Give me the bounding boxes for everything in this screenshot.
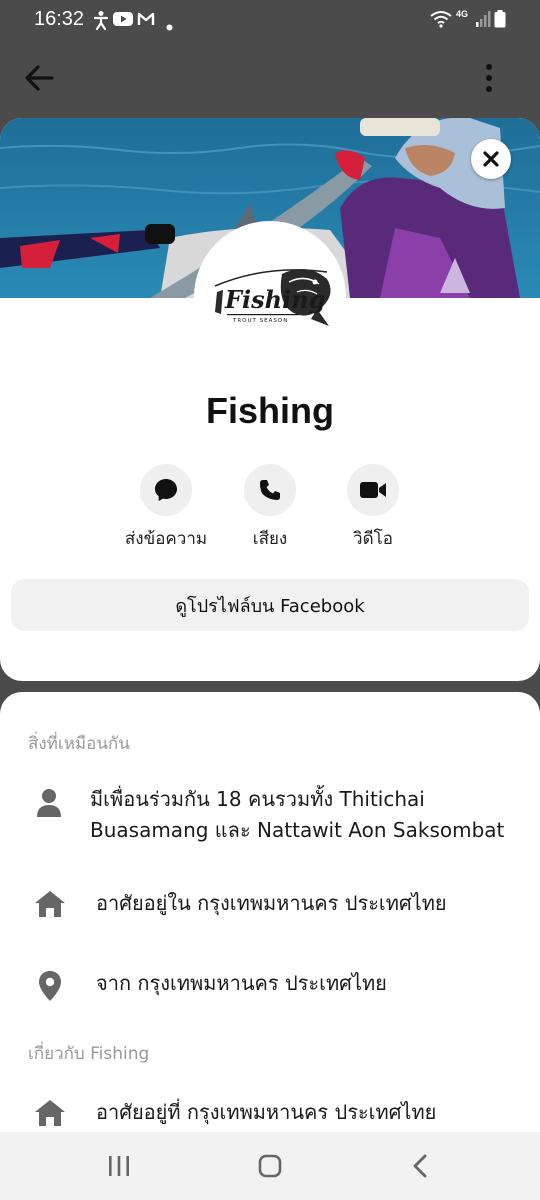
recent-apps-icon	[109, 1156, 129, 1176]
more-vertical-icon	[486, 64, 492, 92]
back-nav-icon	[413, 1154, 427, 1178]
lives-at-text: อาศัยอยู่ที่ กรุงเทพมหานคร ประเทศไทย	[96, 1100, 437, 1124]
profile-avatar[interactable]: Fishing TROUT SEASON	[194, 221, 346, 373]
from-text: จาก กรุงเทพมหานคร ประเทศไทย	[96, 971, 387, 995]
person-icon	[36, 788, 62, 822]
accessibility-icon	[92, 10, 110, 34]
view-facebook-profile-button[interactable]: ดูโปรไฟล์บน Facebook	[11, 579, 529, 631]
logo-text: Fishing	[224, 285, 325, 314]
message-button[interactable]	[140, 464, 192, 516]
back-button[interactable]	[22, 62, 58, 94]
phone-icon	[260, 480, 280, 500]
messenger-icon	[155, 479, 177, 501]
home-nav-button[interactable]	[250, 1148, 290, 1184]
status-bar: 16:32 4G	[0, 0, 540, 40]
home-nav-icon	[258, 1154, 282, 1178]
top-app-bar	[0, 52, 540, 104]
home-icon	[34, 1099, 66, 1131]
voice-call-button[interactable]	[244, 464, 296, 516]
close-button[interactable]	[471, 139, 511, 179]
signal-icon	[475, 10, 491, 32]
video-icon	[360, 482, 386, 498]
lives-in-text: อาศัยอยู่ใน กรุงเทพมหานคร ประเทศไทย	[96, 891, 447, 915]
battery-icon	[494, 10, 506, 32]
back-arrow-icon	[25, 65, 54, 91]
location-pin-icon	[38, 970, 62, 1006]
info-card: สิ่งที่เหมือนกัน มีเพื่อนร่วมกัน 18 คนรว…	[0, 692, 540, 1200]
mutual-friends-text: มีเพื่อนร่วมกัน 18 คนรวมทั้ง Thitichai B…	[90, 787, 505, 842]
home-icon	[34, 890, 66, 922]
system-navigation-bar	[0, 1132, 540, 1200]
youtube-icon	[113, 10, 133, 32]
status-time: 16:32	[34, 8, 85, 30]
more-options-button[interactable]	[472, 60, 506, 96]
logo-tagline: TROUT SEASON	[232, 318, 288, 324]
network-type-label: 4G	[456, 9, 469, 19]
video-call-action[interactable]: วิดีโอ	[293, 464, 453, 552]
recent-apps-button[interactable]	[99, 1148, 139, 1184]
common-section-title: สิ่งที่เหมือนกัน	[28, 734, 130, 754]
page-title: Fishing	[206, 390, 334, 431]
back-nav-button[interactable]	[400, 1148, 440, 1184]
wifi-icon	[430, 10, 452, 32]
video-call-label: วิดีโอ	[353, 529, 393, 549]
dot-icon	[166, 16, 173, 35]
about-section-title: เกี่ยวกับ Fishing	[28, 1044, 150, 1064]
close-icon	[483, 151, 499, 167]
gmail-icon	[137, 10, 155, 32]
video-call-button[interactable]	[347, 464, 399, 516]
